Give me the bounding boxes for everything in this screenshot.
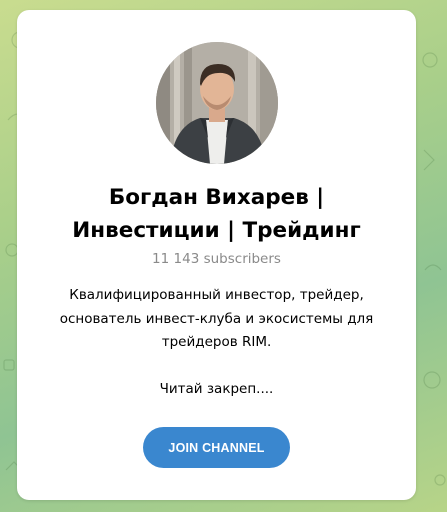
- description-line-2: основатель инвест-клуба и экосистемы для: [59, 310, 374, 327]
- channel-description: Квалифицированный инвестор, трейдер, осн…: [17, 284, 416, 402]
- channel-title: Богдан Вихарев | Инвестиции | Трейдинг: [17, 181, 416, 247]
- description-spacer: [17, 355, 416, 379]
- channel-title-line-1: Богдан Вихарев |: [108, 185, 325, 210]
- description-line-3: трейдеров RIM.: [161, 334, 272, 350]
- subscriber-count: 11 143 subscribers: [152, 251, 281, 267]
- channel-title-line-2: Инвестиции | Трейдинг: [72, 218, 361, 243]
- description-line-4: Читай закреп....: [159, 381, 274, 397]
- channel-avatar[interactable]: [156, 42, 278, 164]
- description-line-1: Квалифицированный инвестор, трейдер,: [69, 287, 364, 303]
- avatar-photo-icon: [156, 42, 278, 164]
- channel-card: Богдан Вихарев | Инвестиции | Трейдинг 1…: [17, 10, 416, 500]
- join-channel-button[interactable]: JOIN CHANNEL: [143, 427, 290, 468]
